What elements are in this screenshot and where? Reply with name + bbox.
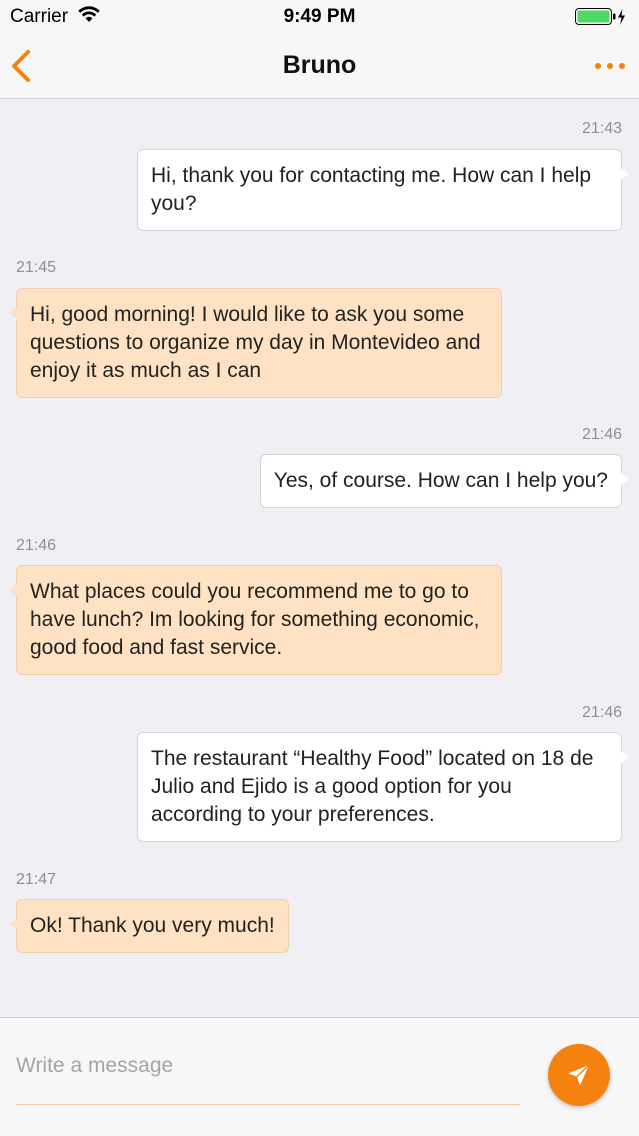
send-button[interactable]	[548, 1044, 610, 1106]
message-timestamp: 21:45	[16, 259, 57, 276]
message-bubble-incoming[interactable]: What places could you recommend me to go…	[9, 565, 502, 675]
nav-bar: Bruno	[0, 34, 639, 99]
more-dots-icon	[595, 63, 625, 69]
message-timestamp: 21:43	[581, 120, 622, 137]
message-timestamp: 21:46	[581, 426, 622, 443]
more-button[interactable]	[593, 58, 629, 74]
chat-thread[interactable]: 21:43 Hi, thank you for contacting me. H…	[0, 99, 639, 1017]
message-timestamp: 21:47	[16, 871, 57, 888]
send-icon	[568, 1064, 590, 1086]
status-bar: Carrier 9:49 PM	[0, 0, 639, 34]
message-bubble-incoming[interactable]: Ok! Thank you very much!	[9, 899, 289, 953]
status-time: 9:49 PM	[283, 6, 356, 27]
message-bubble-outgoing[interactable]: Yes, of course. How can I help you?	[259, 454, 630, 508]
page-title: Bruno	[282, 51, 357, 79]
input-underline	[16, 1104, 520, 1105]
message-bubble-incoming[interactable]: Hi, good morning! I would like to ask yo…	[9, 288, 502, 398]
message-composer	[0, 1017, 639, 1136]
message-timestamp: 21:46	[581, 704, 622, 721]
battery-charging-icon	[575, 8, 627, 32]
message-bubble-outgoing[interactable]: Hi, thank you for contacting me. How can…	[137, 149, 629, 231]
message-timestamp: 21:46	[16, 537, 57, 554]
message-bubble-outgoing[interactable]: The restaurant “Healthy Food” located on…	[137, 732, 629, 842]
message-input[interactable]	[16, 1046, 520, 1086]
